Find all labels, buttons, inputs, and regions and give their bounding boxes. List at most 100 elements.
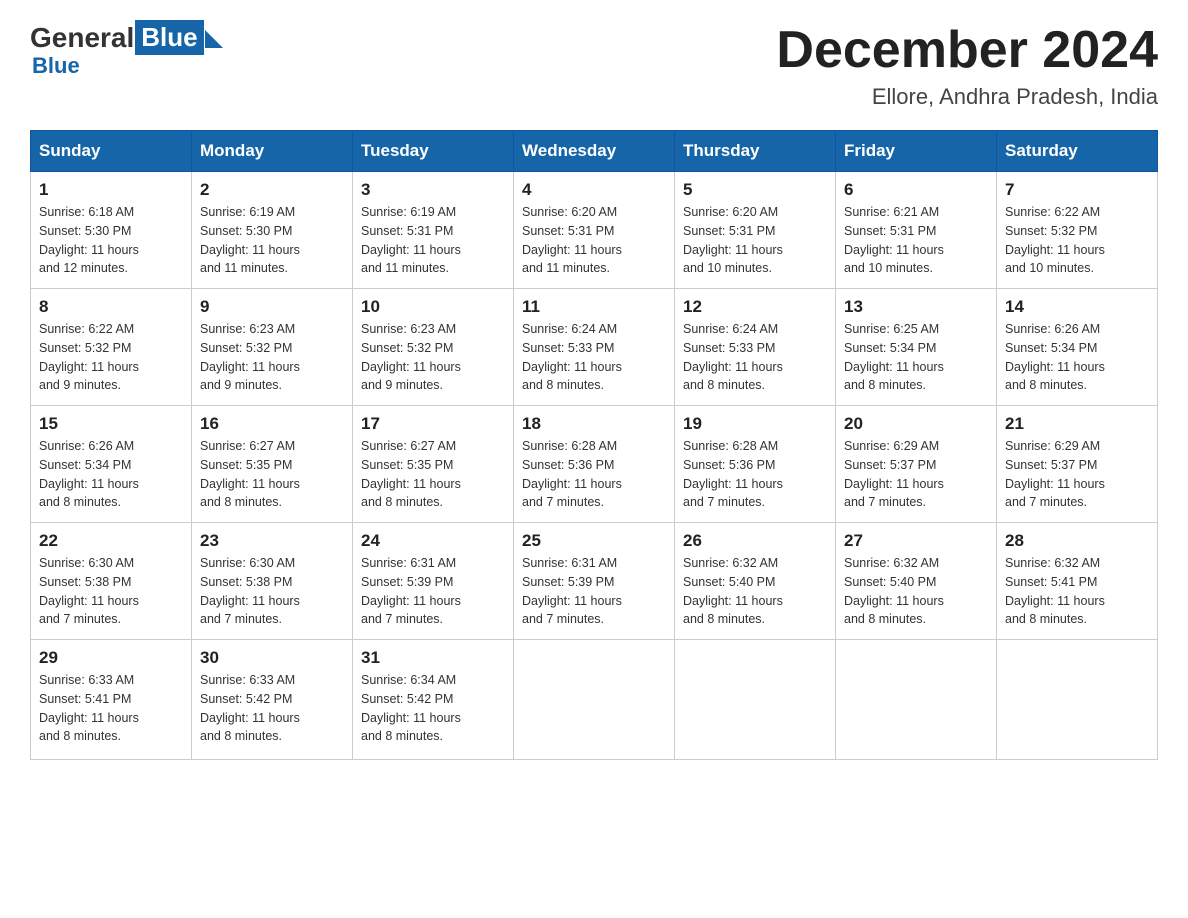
day-info: Sunrise: 6:29 AMSunset: 5:37 PMDaylight:… [1005, 437, 1149, 512]
calendar-cell: 22Sunrise: 6:30 AMSunset: 5:38 PMDayligh… [31, 523, 192, 640]
week-row-3: 15Sunrise: 6:26 AMSunset: 5:34 PMDayligh… [31, 406, 1158, 523]
header-row: SundayMondayTuesdayWednesdayThursdayFrid… [31, 131, 1158, 172]
day-number: 27 [844, 531, 988, 551]
calendar-cell: 4Sunrise: 6:20 AMSunset: 5:31 PMDaylight… [514, 172, 675, 289]
page-header: General Blue Blue December 2024 Ellore, … [30, 20, 1158, 110]
calendar-cell: 16Sunrise: 6:27 AMSunset: 5:35 PMDayligh… [192, 406, 353, 523]
calendar-cell: 28 Sunrise: 6:32 AMSunset: 5:41 PMDayligh… [997, 523, 1158, 640]
location-title: Ellore, Andhra Pradesh, India [776, 84, 1158, 110]
month-title: December 2024 [776, 20, 1158, 80]
day-number: 16 [200, 414, 344, 434]
logo-general-text: General [30, 22, 134, 54]
calendar-cell: 19 Sunrise: 6:28 AMSunset: 5:36 PMDayligh… [675, 406, 836, 523]
day-info: Sunrise: 6:27 AMSunset: 5:35 PMDaylight:… [361, 437, 505, 512]
day-number: 14 [1005, 297, 1149, 317]
day-info: Sunrise: 6:21 AMSunset: 5:31 PMDaylight:… [844, 203, 988, 278]
day-number: 11 [522, 297, 666, 317]
day-info: Sunrise: 6:26 AMSunset: 5:34 PMDaylight:… [39, 437, 183, 512]
day-info: Sunrise: 6:31 AMSunset: 5:39 PMDaylight:… [361, 554, 505, 629]
day-header-thursday: Thursday [675, 131, 836, 172]
logo: General Blue Blue [30, 20, 223, 79]
calendar-cell: 31 Sunrise: 6:34 AMSunset: 5:42 PMDayligh… [353, 640, 514, 760]
day-info: Sunrise: 6:26 AMSunset: 5:34 PMDaylight:… [1005, 320, 1149, 395]
day-number: 25 [522, 531, 666, 551]
day-info: Sunrise: 6:22 AMSunset: 5:32 PMDaylight:… [1005, 203, 1149, 278]
day-number: 30 [200, 648, 344, 668]
calendar-cell: 8Sunrise: 6:22 AMSunset: 5:32 PMDaylight… [31, 289, 192, 406]
day-number: 19 [683, 414, 827, 434]
day-info: Sunrise: 6:33 AMSunset: 5:42 PMDaylight:… [200, 671, 344, 746]
day-number: 2 [200, 180, 344, 200]
calendar-cell: 5Sunrise: 6:20 AMSunset: 5:31 PMDaylight… [675, 172, 836, 289]
calendar-cell [997, 640, 1158, 760]
calendar-table: SundayMondayTuesdayWednesdayThursdayFrid… [30, 130, 1158, 760]
day-number: 6 [844, 180, 988, 200]
week-row-1: 1Sunrise: 6:18 AMSunset: 5:30 PMDaylight… [31, 172, 1158, 289]
day-number: 20 [844, 414, 988, 434]
calendar-cell [514, 640, 675, 760]
day-number: 28 [1005, 531, 1149, 551]
day-number: 17 [361, 414, 505, 434]
day-info: Sunrise: 6:28 AMSunset: 5:36 PMDaylight:… [683, 437, 827, 512]
day-header-monday: Monday [192, 131, 353, 172]
day-info: Sunrise: 6:23 AMSunset: 5:32 PMDaylight:… [361, 320, 505, 395]
day-header-friday: Friday [836, 131, 997, 172]
calendar-cell: 18 Sunrise: 6:28 AMSunset: 5:36 PMDayligh… [514, 406, 675, 523]
day-info: Sunrise: 6:30 AMSunset: 5:38 PMDaylight:… [39, 554, 183, 629]
day-info: Sunrise: 6:23 AMSunset: 5:32 PMDaylight:… [200, 320, 344, 395]
day-number: 10 [361, 297, 505, 317]
day-info: Sunrise: 6:31 AMSunset: 5:39 PMDaylight:… [522, 554, 666, 629]
day-number: 9 [200, 297, 344, 317]
day-info: Sunrise: 6:22 AMSunset: 5:32 PMDaylight:… [39, 320, 183, 395]
calendar-cell: 14 Sunrise: 6:26 AMSunset: 5:34 PMDayligh… [997, 289, 1158, 406]
calendar-cell: 13Sunrise: 6:25 AMSunset: 5:34 PMDayligh… [836, 289, 997, 406]
day-number: 13 [844, 297, 988, 317]
day-number: 12 [683, 297, 827, 317]
day-number: 7 [1005, 180, 1149, 200]
week-row-5: 29Sunrise: 6:33 AMSunset: 5:41 PMDayligh… [31, 640, 1158, 760]
day-header-saturday: Saturday [997, 131, 1158, 172]
day-number: 31 [361, 648, 505, 668]
day-number: 4 [522, 180, 666, 200]
day-info: Sunrise: 6:32 AMSunset: 5:40 PMDaylight:… [683, 554, 827, 629]
logo-subtitle: Blue [32, 53, 80, 79]
day-info: Sunrise: 6:32 AMSunset: 5:40 PMDaylight:… [844, 554, 988, 629]
day-header-tuesday: Tuesday [353, 131, 514, 172]
calendar-cell: 17 Sunrise: 6:27 AMSunset: 5:35 PMDayligh… [353, 406, 514, 523]
week-row-4: 22Sunrise: 6:30 AMSunset: 5:38 PMDayligh… [31, 523, 1158, 640]
day-info: Sunrise: 6:28 AMSunset: 5:36 PMDaylight:… [522, 437, 666, 512]
day-number: 18 [522, 414, 666, 434]
day-number: 3 [361, 180, 505, 200]
day-info: Sunrise: 6:32 AMSunset: 5:41 PMDaylight:… [1005, 554, 1149, 629]
day-number: 24 [361, 531, 505, 551]
calendar-cell: 23Sunrise: 6:30 AMSunset: 5:38 PMDayligh… [192, 523, 353, 640]
day-info: Sunrise: 6:33 AMSunset: 5:41 PMDaylight:… [39, 671, 183, 746]
day-info: Sunrise: 6:29 AMSunset: 5:37 PMDaylight:… [844, 437, 988, 512]
calendar-cell [836, 640, 997, 760]
title-block: December 2024 Ellore, Andhra Pradesh, In… [776, 20, 1158, 110]
calendar-cell: 24 Sunrise: 6:31 AMSunset: 5:39 PMDayligh… [353, 523, 514, 640]
calendar-cell: 26 Sunrise: 6:32 AMSunset: 5:40 PMDayligh… [675, 523, 836, 640]
calendar-cell: 6 Sunrise: 6:21 AMSunset: 5:31 PMDaylight… [836, 172, 997, 289]
day-header-sunday: Sunday [31, 131, 192, 172]
week-row-2: 8Sunrise: 6:22 AMSunset: 5:32 PMDaylight… [31, 289, 1158, 406]
logo-blue-text: Blue [135, 20, 203, 55]
day-number: 26 [683, 531, 827, 551]
day-info: Sunrise: 6:34 AMSunset: 5:42 PMDaylight:… [361, 671, 505, 746]
calendar-cell: 21 Sunrise: 6:29 AMSunset: 5:37 PMDayligh… [997, 406, 1158, 523]
day-info: Sunrise: 6:19 AMSunset: 5:30 PMDaylight:… [200, 203, 344, 278]
calendar-cell: 2 Sunrise: 6:19 AMSunset: 5:30 PMDaylight… [192, 172, 353, 289]
calendar-cell: 20 Sunrise: 6:29 AMSunset: 5:37 PMDayligh… [836, 406, 997, 523]
day-info: Sunrise: 6:30 AMSunset: 5:38 PMDaylight:… [200, 554, 344, 629]
calendar-cell [675, 640, 836, 760]
calendar-cell: 3 Sunrise: 6:19 AMSunset: 5:31 PMDaylight… [353, 172, 514, 289]
calendar-cell: 11Sunrise: 6:24 AMSunset: 5:33 PMDayligh… [514, 289, 675, 406]
calendar-cell: 30 Sunrise: 6:33 AMSunset: 5:42 PMDayligh… [192, 640, 353, 760]
day-number: 1 [39, 180, 183, 200]
calendar-cell: 7 Sunrise: 6:22 AMSunset: 5:32 PMDaylight… [997, 172, 1158, 289]
calendar-cell: 1Sunrise: 6:18 AMSunset: 5:30 PMDaylight… [31, 172, 192, 289]
day-number: 21 [1005, 414, 1149, 434]
day-info: Sunrise: 6:19 AMSunset: 5:31 PMDaylight:… [361, 203, 505, 278]
calendar-cell: 15Sunrise: 6:26 AMSunset: 5:34 PMDayligh… [31, 406, 192, 523]
day-info: Sunrise: 6:24 AMSunset: 5:33 PMDaylight:… [683, 320, 827, 395]
